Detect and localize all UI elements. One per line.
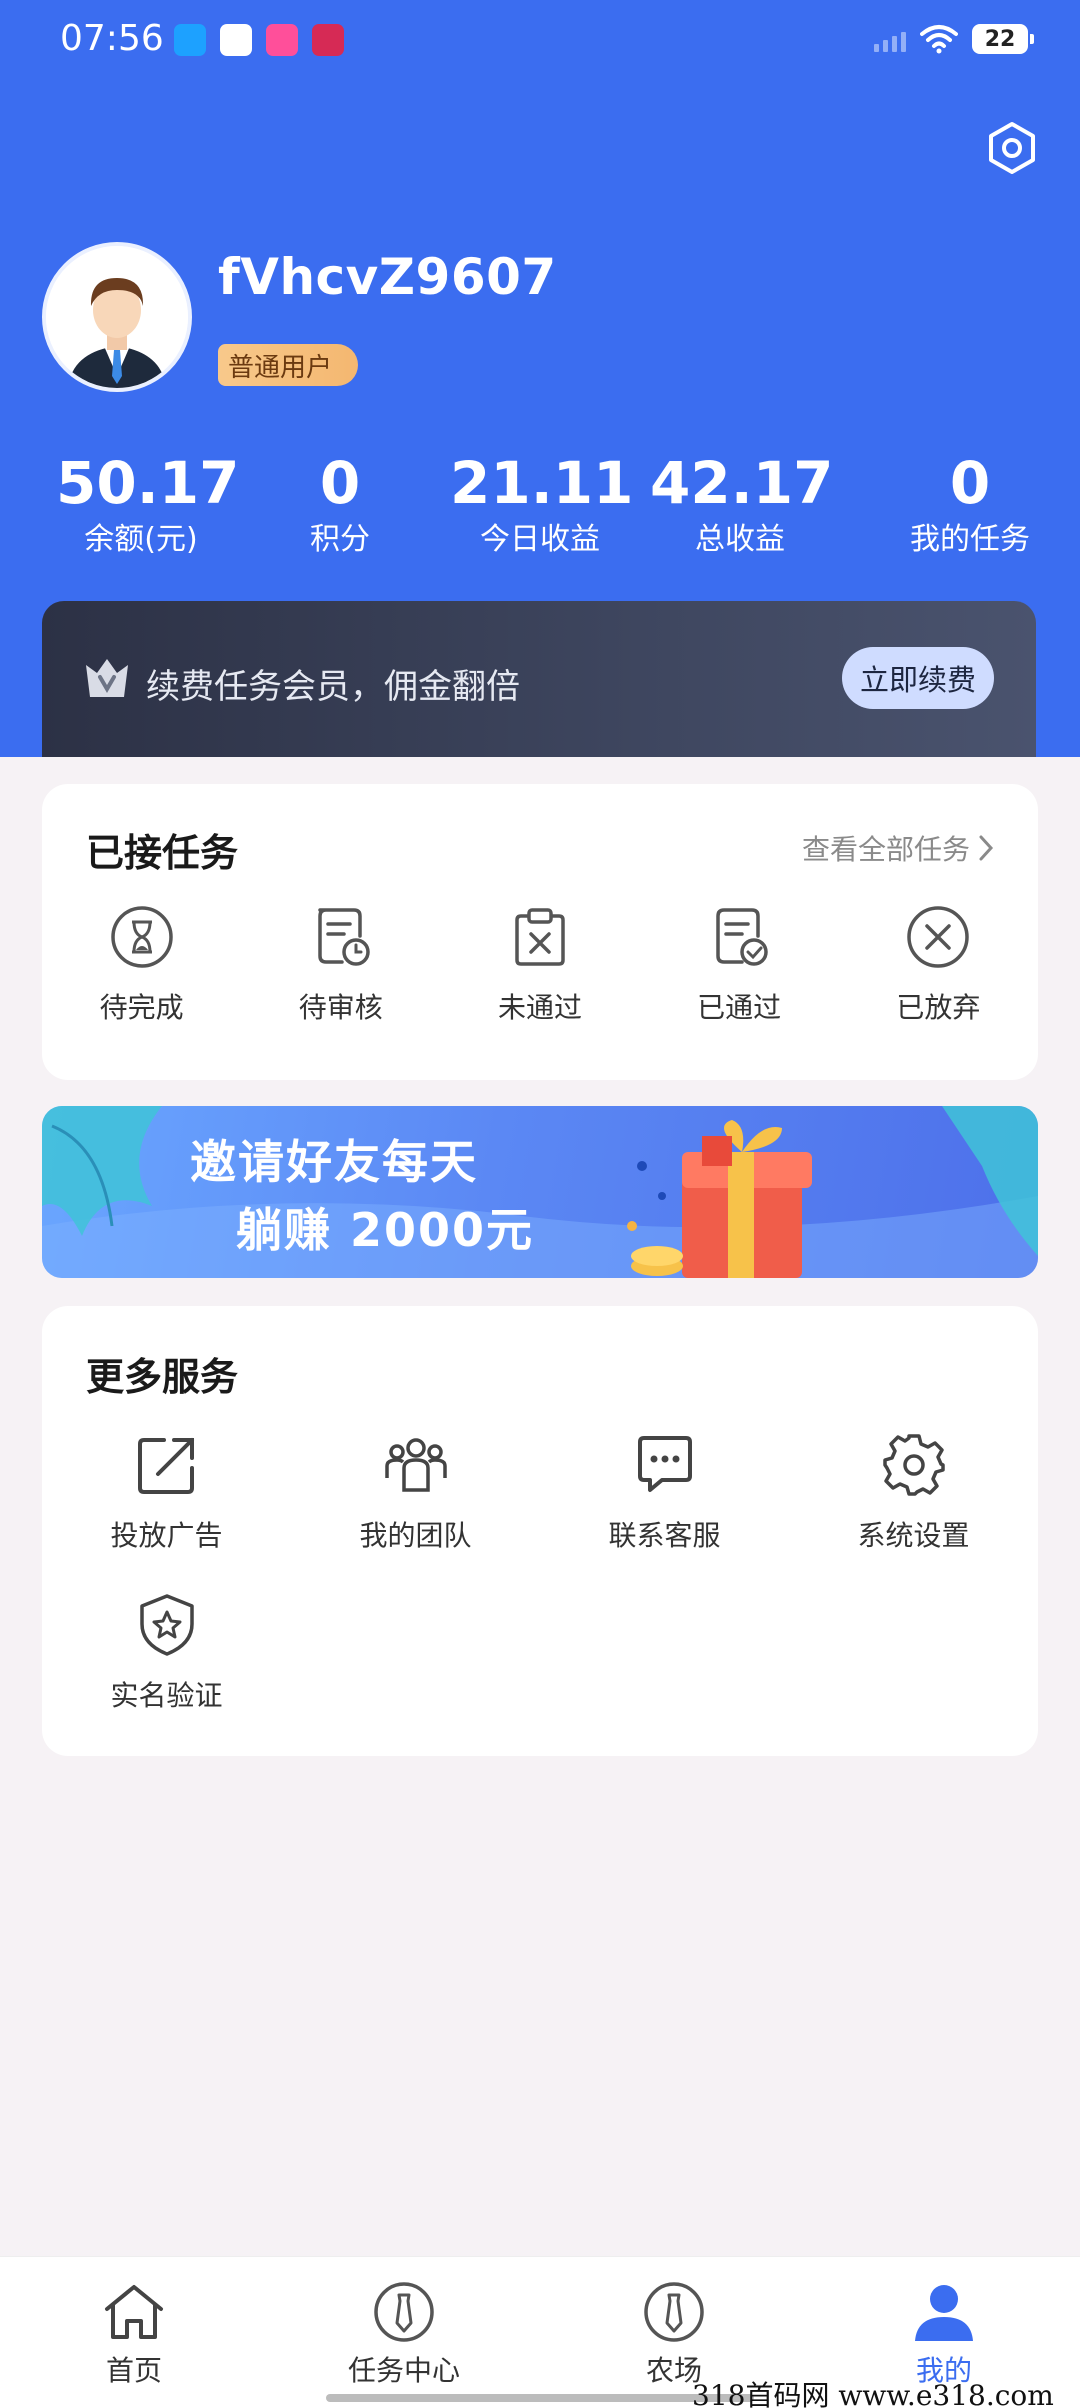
team-icon [384,1438,447,1492]
stat-value: 21.11 [450,449,634,517]
accepted-tasks-card: 已接任务 查看全部任务 待完成 待审核 未通过 已通过 已放弃 [42,784,1038,1080]
service-label: 联系客服 [608,1519,721,1552]
service-real-name-verify[interactable]: 实名验证 [42,1592,291,1752]
service-label: 系统设置 [857,1519,970,1552]
service-my-team[interactable]: 我的团队 [291,1432,540,1592]
profile-header: 07:56 22 fVhcvZ9607 普通用户 50.17 余额(元) 0 积… [0,0,1080,757]
doc-check-icon [716,908,768,966]
battery-indicator: 22 [972,24,1034,54]
nav-farm[interactable]: 农场 [574,2279,774,2389]
status-bar: 07:56 22 [0,0,1080,80]
status-time: 07:56 [60,18,164,59]
stat-value: 0 [319,449,361,517]
service-label: 实名验证 [110,1679,223,1712]
task-status-label: 已通过 [697,991,782,1024]
app-notification-icon [266,24,298,56]
chevron-right-icon [979,835,994,861]
app-notification-icon [174,24,206,56]
vip-banner[interactable]: 续费任务会员，佣金翻倍 立即续费 [42,601,1036,757]
stat-points[interactable]: 0 积分 [260,448,420,560]
vip-crown-icon [86,659,128,697]
doc-clock-icon [318,908,370,966]
nav-mine[interactable]: 我的 [844,2279,1044,2389]
task-status-approved[interactable]: 已通过 [640,904,839,1026]
invite-friends-banner[interactable]: 邀请好友每天 躺赚 2000元 [42,1106,1038,1278]
user-level-badge: 普通用户 [218,344,359,386]
service-label: 我的团队 [359,1519,472,1552]
section-title: 已接任务 [86,831,239,875]
watermark: 318首码网 www.e318.com [692,2379,1054,2408]
nav-label: 首页 [105,2354,162,2387]
task-status-label: 已放弃 [896,991,981,1024]
renew-button[interactable]: 立即续费 [842,647,994,709]
view-all-label: 查看全部任务 [801,833,970,866]
avatar[interactable] [42,242,192,392]
task-status-reviewing[interactable]: 待审核 [241,904,440,1026]
service-advertise[interactable]: 投放广告 [42,1432,291,1592]
stat-label: 积分 [310,522,370,557]
stat-label: 今日收益 [480,522,600,557]
circle-x-icon [907,906,970,968]
invite-line-2: 躺赚 2000元 [236,1203,535,1257]
service-system-settings[interactable]: 系统设置 [789,1432,1038,1592]
services-grid: 投放广告 我的团队 联系客服 系统设置 实名验证 [42,1432,1038,1752]
external-link-icon [137,1438,194,1494]
signal-icon [874,26,906,52]
settings-hex-icon[interactable] [984,120,1040,176]
task-status-grid: 待完成 待审核 未通过 已通过 已放弃 [42,904,1038,1026]
stat-label: 总收益 [695,522,785,557]
stat-label: 我的任务 [910,522,1030,557]
gear-icon [882,1434,945,1496]
stat-total-earnings[interactable]: 42.17 总收益 [650,448,834,560]
task-status-rejected[interactable]: 未通过 [440,904,639,1026]
view-all-tasks-link[interactable]: 查看全部任务 [802,828,994,868]
task-status-abandoned[interactable]: 已放弃 [839,904,1038,1026]
shield-star-icon [139,1594,194,1656]
status-indicators: 22 [874,24,1034,54]
username: fVhcvZ9607 [218,248,557,306]
home-icon [105,2285,163,2339]
clipboard-x-icon [515,908,565,966]
service-label: 投放广告 [110,1519,223,1552]
nav-label: 任务中心 [347,2354,460,2387]
section-title: 更多服务 [86,1355,239,1399]
stat-label: 余额(元) [84,522,198,557]
home-indicator [326,2394,754,2402]
task-status-label: 未通过 [497,991,582,1024]
task-status-label: 待完成 [99,991,184,1024]
task-status-label: 待审核 [298,991,383,1024]
invite-line-1: 邀请好友每天 [190,1135,478,1189]
wifi-icon [920,25,958,54]
stat-value: 50.17 [56,449,240,517]
app-notification-icon [312,24,344,56]
notification-apps [174,24,344,56]
stat-value: 42.17 [650,449,834,517]
service-contact-support[interactable]: 联系客服 [540,1432,789,1592]
nav-task-center[interactable]: 任务中心 [304,2279,504,2389]
more-services-card: 更多服务 投放广告 我的团队 联系客服 系统设置 实名验证 [42,1306,1038,1756]
vip-text: 续费任务会员，佣金翻倍 [146,667,520,707]
task-status-pending[interactable]: 待完成 [42,904,241,1026]
stat-my-tasks[interactable]: 0 我的任务 [890,448,1050,560]
app-notification-icon [220,24,252,56]
nav-home[interactable]: 首页 [34,2279,234,2389]
task-center-icon [374,2282,434,2342]
stat-today-earnings[interactable]: 21.11 今日收益 [450,448,634,560]
stat-value: 0 [949,449,991,517]
chat-icon [637,1436,692,1492]
farm-icon [644,2282,704,2342]
stat-balance[interactable]: 50.17 余额(元) [56,448,240,560]
user-icon [915,2285,973,2341]
stats-row: 50.17 余额(元) 0 积分 21.11 今日收益 42.17 总收益 0 … [0,448,1080,568]
hourglass-icon [110,906,173,968]
